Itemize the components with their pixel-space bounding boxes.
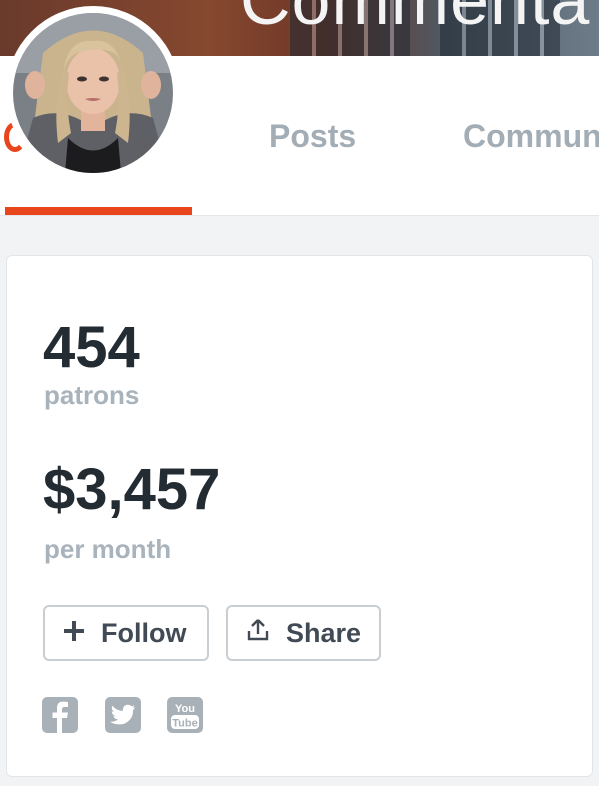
patron-count-label: patrons — [44, 380, 140, 410]
avatar-photo — [13, 13, 173, 173]
share-label: Share — [286, 617, 362, 648]
follow-label: Follow — [101, 617, 187, 648]
upload-icon — [246, 618, 270, 649]
youtube-icon[interactable]: You Tube — [167, 697, 203, 733]
follow-button[interactable]: Follow — [43, 605, 209, 661]
stats-card: 454 patrons $3,457 per month Follow Shar… — [6, 255, 593, 777]
creator-page: Commenta Posts Commun 454 patrons $3,457… — [0, 0, 599, 786]
monthly-earnings-label: per month — [44, 534, 172, 564]
monthly-earnings: $3,457 — [43, 457, 221, 522]
tab-community[interactable]: Commun — [463, 118, 599, 155]
active-tab-indicator — [5, 207, 192, 215]
twitter-icon[interactable] — [105, 697, 141, 733]
youtube-text-top: You — [175, 703, 195, 715]
share-button[interactable]: Share — [226, 605, 381, 661]
banner-title: Commenta — [240, 0, 591, 39]
patron-count: 454 — [43, 315, 140, 380]
plus-icon — [63, 618, 85, 649]
youtube-text-bottom: Tube — [172, 718, 197, 730]
facebook-icon[interactable] — [42, 697, 78, 733]
avatar[interactable] — [6, 6, 180, 180]
tab-posts[interactable]: Posts — [269, 118, 356, 155]
